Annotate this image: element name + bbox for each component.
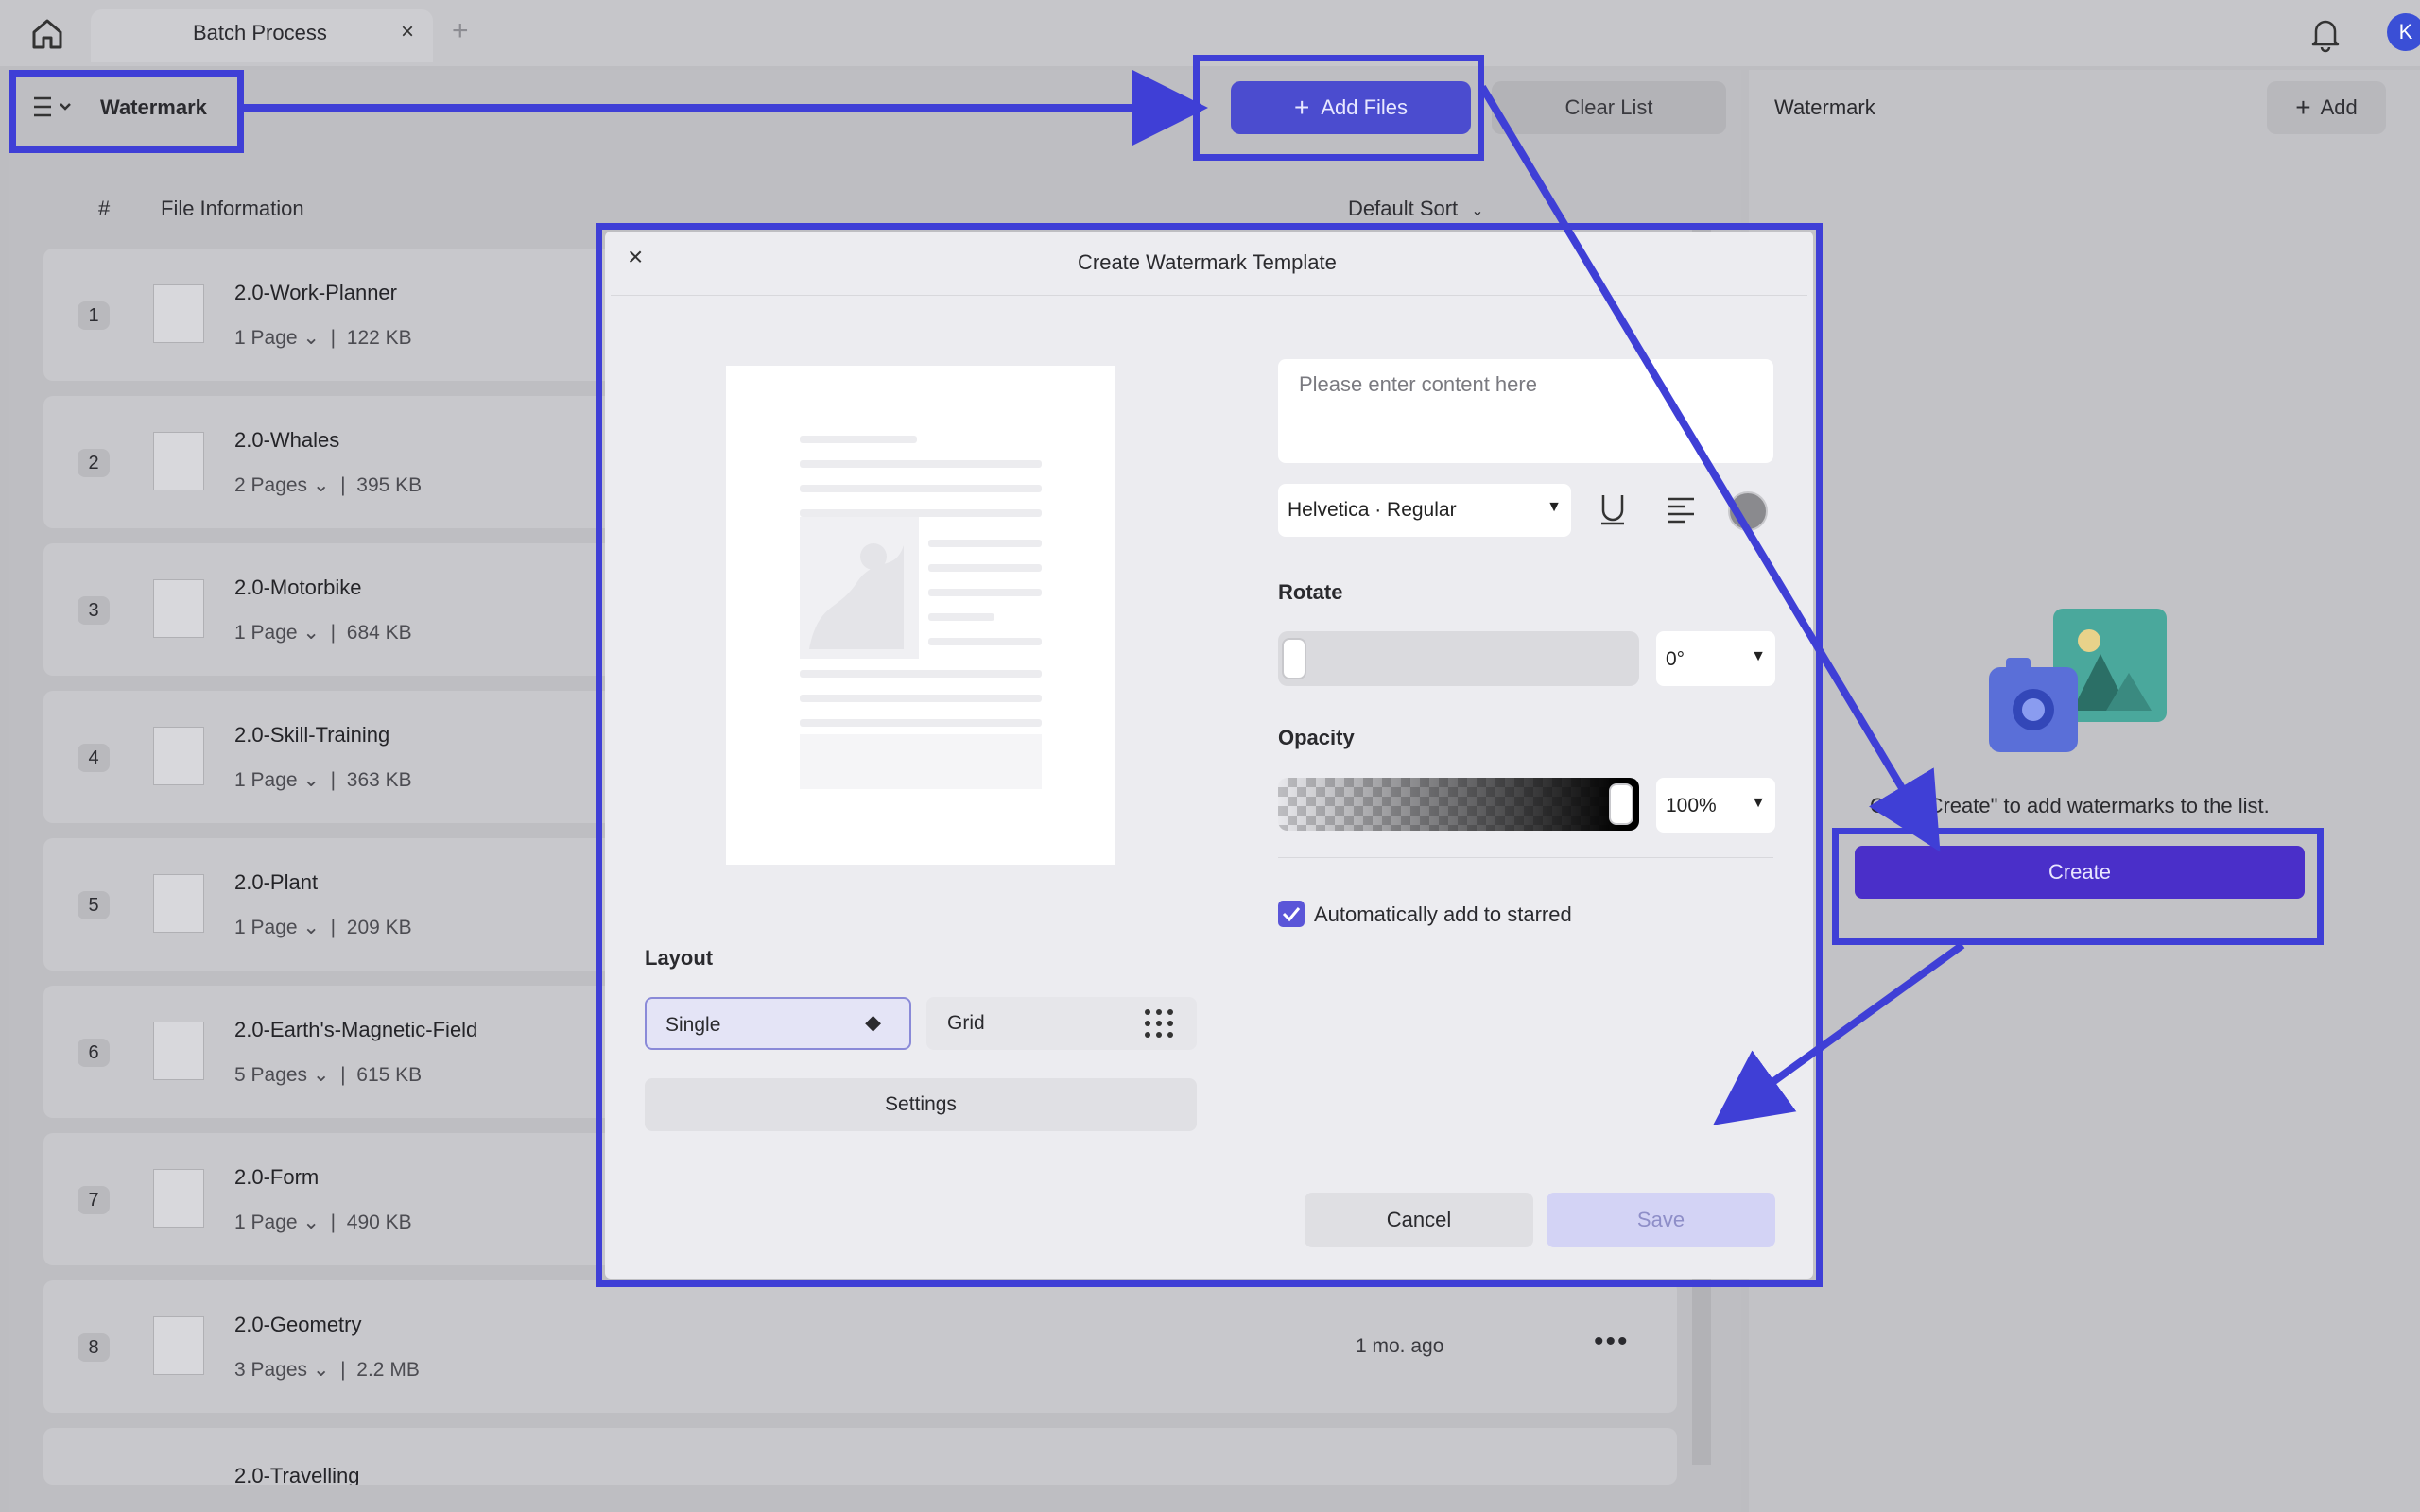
file-meta: 3 Pages ⌄ | 2.2 MB <box>234 1359 420 1381</box>
bell-icon[interactable] <box>2308 15 2342 53</box>
file-thumbnail <box>153 1022 204 1080</box>
page-count[interactable]: 1 Page <box>234 1211 298 1233</box>
highlight-box-dialog <box>596 223 1823 1287</box>
close-icon[interactable]: × <box>401 19 414 45</box>
file-thumbnail <box>153 727 204 785</box>
file-size: 209 KB <box>346 917 412 938</box>
watermark-pane-title: Watermark <box>1774 95 1876 119</box>
file-size: 615 KB <box>356 1064 423 1086</box>
add-watermark-button[interactable]: + Add <box>2267 81 2386 134</box>
file-name: 2.0-Geometry <box>234 1313 362 1336</box>
file-size: 2.2 MB <box>356 1359 420 1381</box>
file-name: 2.0-Earth's-Magnetic-Field <box>234 1018 478 1041</box>
row-number: 6 <box>78 1039 110 1067</box>
highlight-box-create <box>1832 828 2324 945</box>
new-tab-icon[interactable]: + <box>452 15 469 47</box>
file-thumbnail <box>153 284 204 343</box>
sort-label: Default Sort <box>1348 197 1459 220</box>
sort-dropdown[interactable]: Default Sort ⌄ <box>1348 197 1484 221</box>
row-number: 3 <box>78 596 110 625</box>
file-name: 2.0-Form <box>234 1165 320 1189</box>
file-size: 363 KB <box>346 769 412 791</box>
file-meta: 1 Page ⌄ | 209 KB <box>234 917 412 938</box>
file-name: 2.0-Whales <box>234 428 340 452</box>
page-count[interactable]: 2 Pages <box>234 474 307 496</box>
home-icon[interactable] <box>26 13 68 55</box>
file-thumbnail <box>153 432 204 490</box>
file-thumbnail <box>153 1169 204 1228</box>
highlight-box-add-files <box>1193 55 1484 161</box>
chevron-down-icon: ⌄ <box>1471 203 1484 219</box>
file-name: 2.0-Motorbike <box>234 576 362 599</box>
row-number: 7 <box>78 1186 110 1214</box>
file-thumbnail <box>153 1316 204 1375</box>
file-meta: 5 Pages ⌄ | 615 KB <box>234 1064 423 1086</box>
file-size: 395 KB <box>356 474 423 496</box>
row-number: 1 <box>78 301 110 330</box>
file-size: 122 KB <box>346 327 412 349</box>
file-meta: 1 Page ⌄ | 490 KB <box>234 1211 412 1233</box>
file-size: 684 KB <box>346 622 412 644</box>
column-number: # <box>98 197 111 220</box>
file-meta: 1 Page ⌄ | 122 KB <box>234 327 412 349</box>
file-name: 2.0-Work-Planner <box>234 281 397 304</box>
column-file-information: File Information <box>161 197 304 220</box>
watermark-pane <box>1749 70 2420 1512</box>
table-row[interactable]: 2.0-Travelling <box>43 1428 1677 1485</box>
more-options-icon[interactable]: ••• <box>1594 1326 1630 1358</box>
clear-list-button[interactable]: Clear List <box>1492 81 1726 134</box>
row-number: 2 <box>78 449 110 477</box>
add-label: Add <box>2320 95 2358 119</box>
highlight-box-mode <box>9 70 244 153</box>
file-name: 2.0-Plant <box>234 870 319 894</box>
plus-icon: + <box>2295 93 2311 122</box>
table-row[interactable]: 8 2.0-Geometry 3 Pages ⌄ | 2.2 MB 1 mo. … <box>43 1280 1677 1413</box>
file-meta: 1 Page ⌄ | 363 KB <box>234 769 412 791</box>
avatar[interactable]: K <box>2387 13 2420 51</box>
row-number: 4 <box>78 744 110 772</box>
row-number: 8 <box>78 1333 110 1362</box>
file-thumbnail <box>153 874 204 933</box>
empty-state-text: Click "Create" to add watermarks to the … <box>1870 794 2270 817</box>
page-count[interactable]: 1 Page <box>234 917 298 938</box>
file-size: 490 KB <box>346 1211 412 1233</box>
file-name: 2.0-Travelling <box>234 1464 360 1485</box>
image-placeholder-icon <box>1985 605 2174 756</box>
page-count[interactable]: 3 Pages <box>234 1359 307 1381</box>
page-count[interactable]: 1 Page <box>234 769 298 791</box>
row-number: 5 <box>78 891 110 919</box>
tab-label: Batch Process <box>193 21 327 44</box>
page-count[interactable]: 1 Page <box>234 622 298 644</box>
file-thumbnail <box>153 579 204 638</box>
modified-time: 1 mo. ago <box>1356 1335 1444 1357</box>
file-meta: 1 Page ⌄ | 684 KB <box>234 622 412 644</box>
file-meta: 2 Pages ⌄ | 395 KB <box>234 474 423 496</box>
page-count[interactable]: 5 Pages <box>234 1064 307 1086</box>
page-count[interactable]: 1 Page <box>234 327 298 349</box>
file-name: 2.0-Skill-Training <box>234 723 390 747</box>
